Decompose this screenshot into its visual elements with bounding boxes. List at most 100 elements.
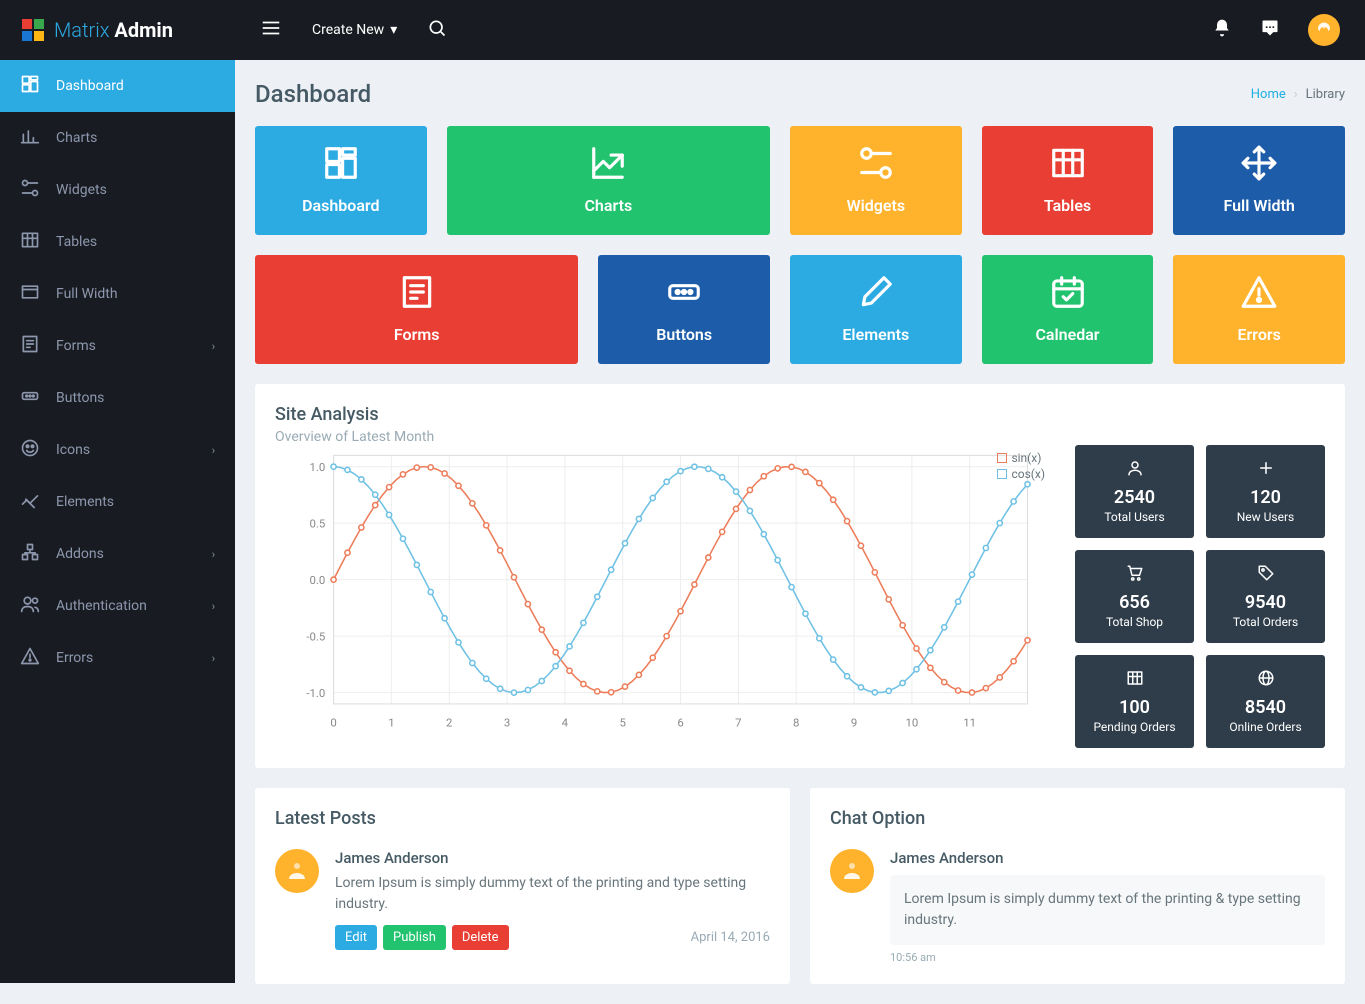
edit-button[interactable]: Edit (335, 925, 377, 950)
card-title: Chat Option (830, 808, 1325, 829)
topbar: Matrix Admin Create New▾ (0, 0, 1365, 60)
stats-grid: 2540 Total Users 120New Users656Total Shop… (1075, 445, 1325, 748)
sidebar-item-label: Full Width (56, 286, 118, 302)
stat-new-users[interactable]: 120New Users (1206, 445, 1325, 538)
stat-label: Total Users (1083, 510, 1186, 524)
card-title: Site Analysis (275, 404, 1325, 425)
breadcrumb: Home › Library (1251, 87, 1345, 102)
sidebar-item-forms[interactable]: Forms› (0, 320, 235, 372)
chart-area: -1.0-0.50.00.51.001234567891011 sin(x)co… (275, 445, 1055, 748)
latest-posts-card: Latest Posts James Anderson Lorem Ipsum … (255, 788, 790, 984)
create-new-dropdown[interactable]: Create New▾ (312, 22, 397, 38)
globe-icon (1257, 678, 1275, 697)
tile-dashboard[interactable]: Dashboard (255, 126, 427, 235)
user-avatar[interactable] (1308, 14, 1340, 46)
legend-item: cos(x) (997, 467, 1045, 481)
tile-calnedar[interactable]: Calnedar (982, 255, 1154, 364)
chat-avatar (830, 849, 874, 893)
svg-text:1: 1 (388, 716, 394, 730)
chevron-down-icon: ▾ (390, 22, 397, 38)
sidebar-item-label: Errors (56, 650, 93, 666)
element-icon (20, 490, 40, 514)
delete-button[interactable]: Delete (452, 925, 509, 950)
page-content: Dashboard Home › Library Dashboard Charts… (235, 60, 1365, 1004)
dashboard-icon (322, 177, 360, 196)
table-icon (1126, 678, 1144, 697)
stat-online-orders[interactable]: 8540Online Orders (1206, 655, 1325, 748)
breadcrumb-home[interactable]: Home (1251, 87, 1286, 102)
stat-pending-orders[interactable]: 100Pending Orders (1075, 655, 1194, 748)
search-icon[interactable] (427, 18, 447, 42)
tile-errors[interactable]: Errors (1173, 255, 1345, 364)
tile-label: Full Width (1183, 196, 1335, 215)
sidebar-item-charts[interactable]: Charts (0, 112, 235, 164)
sidebar-item-addons[interactable]: Addons› (0, 528, 235, 580)
chevron-right-icon: › (212, 652, 215, 665)
tile-buttons[interactable]: Buttons (598, 255, 770, 364)
sidebar-item-label: Buttons (56, 390, 104, 406)
stat-value: 100 (1083, 697, 1186, 718)
sidebar-item-label: Elements (56, 494, 114, 510)
card-subtitle: Overview of Latest Month (275, 429, 1325, 445)
stat-total-users[interactable]: 2540 Total Users (1075, 445, 1194, 538)
sidebar-item-errors[interactable]: Errors › (0, 632, 235, 684)
button-icon (20, 386, 40, 410)
sidebar-item-dashboard[interactable]: Dashboard (0, 60, 235, 112)
svg-text:-1.0: -1.0 (306, 686, 325, 700)
site-analysis-card: Site Analysis Overview of Latest Month -… (255, 384, 1345, 768)
tile-forms[interactable]: Forms (255, 255, 578, 364)
publish-button[interactable]: Publish (383, 925, 446, 950)
sidebar-item-tables[interactable]: Tables (0, 216, 235, 268)
tile-label: Tables (992, 196, 1144, 215)
notifications-icon[interactable] (1212, 18, 1232, 43)
page-header: Dashboard Home › Library (255, 80, 1345, 108)
svg-text:0.0: 0.0 (309, 573, 325, 587)
sidebar-item-label: Forms (56, 338, 96, 354)
card-title: Latest Posts (275, 808, 770, 829)
tile-label: Elements (800, 325, 952, 344)
sidebar-item-label: Addons (56, 546, 104, 562)
sidebar-item-elements[interactable]: Elements (0, 476, 235, 528)
messages-icon[interactable] (1260, 18, 1280, 43)
legend-swatch (997, 453, 1007, 463)
post-avatar (275, 849, 319, 893)
stat-total-shop[interactable]: 656Total Shop (1075, 550, 1194, 643)
post-item: James Anderson Lorem Ipsum is simply dum… (275, 849, 770, 950)
tile-full-width[interactable]: Full Width (1173, 126, 1345, 235)
stat-value: 2540 (1083, 487, 1186, 508)
chevron-right-icon: › (212, 444, 215, 457)
sidebar-item-icons[interactable]: Icons › (0, 424, 235, 476)
tile-tables[interactable]: Tables (982, 126, 1154, 235)
tag-icon (1257, 573, 1275, 592)
sidebar-item-label: Widgets (56, 182, 107, 198)
legend-label: sin(x) (1011, 451, 1041, 465)
cart-icon (1126, 573, 1144, 592)
tile-widgets[interactable]: Widgets (790, 126, 962, 235)
tile-elements[interactable]: Elements (790, 255, 962, 364)
menu-toggle-icon[interactable] (260, 17, 282, 43)
svg-text:0.5: 0.5 (309, 516, 325, 530)
svg-text:4: 4 (562, 716, 569, 730)
chevron-right-icon: › (212, 600, 215, 613)
form-icon (398, 306, 436, 325)
chat-time: 10:56 am (890, 951, 1325, 964)
sidebar-item-full-width[interactable]: Full Width (0, 268, 235, 320)
stat-total-orders[interactable]: 9540Total Orders (1206, 550, 1325, 643)
chart-icon (20, 126, 40, 150)
error-icon (20, 646, 40, 670)
stat-label: New Users (1214, 510, 1317, 524)
table-icon (20, 230, 40, 254)
logo[interactable]: Matrix Admin (0, 18, 235, 42)
logo-icon (22, 19, 44, 41)
topbar-left: Create New▾ (235, 17, 447, 43)
sidebar-item-label: Icons (56, 442, 90, 458)
user-icon (1126, 468, 1144, 487)
tile-label: Errors (1183, 325, 1335, 344)
tile-charts[interactable]: Charts (447, 126, 770, 235)
tile-label: Dashboard (265, 196, 417, 215)
sidebar-item-authentication[interactable]: Authentication› (0, 580, 235, 632)
sidebar-item-widgets[interactable]: Widgets (0, 164, 235, 216)
sidebar-item-buttons[interactable]: Buttons (0, 372, 235, 424)
svg-text:10: 10 (905, 716, 918, 730)
tile-label: Buttons (608, 325, 760, 344)
